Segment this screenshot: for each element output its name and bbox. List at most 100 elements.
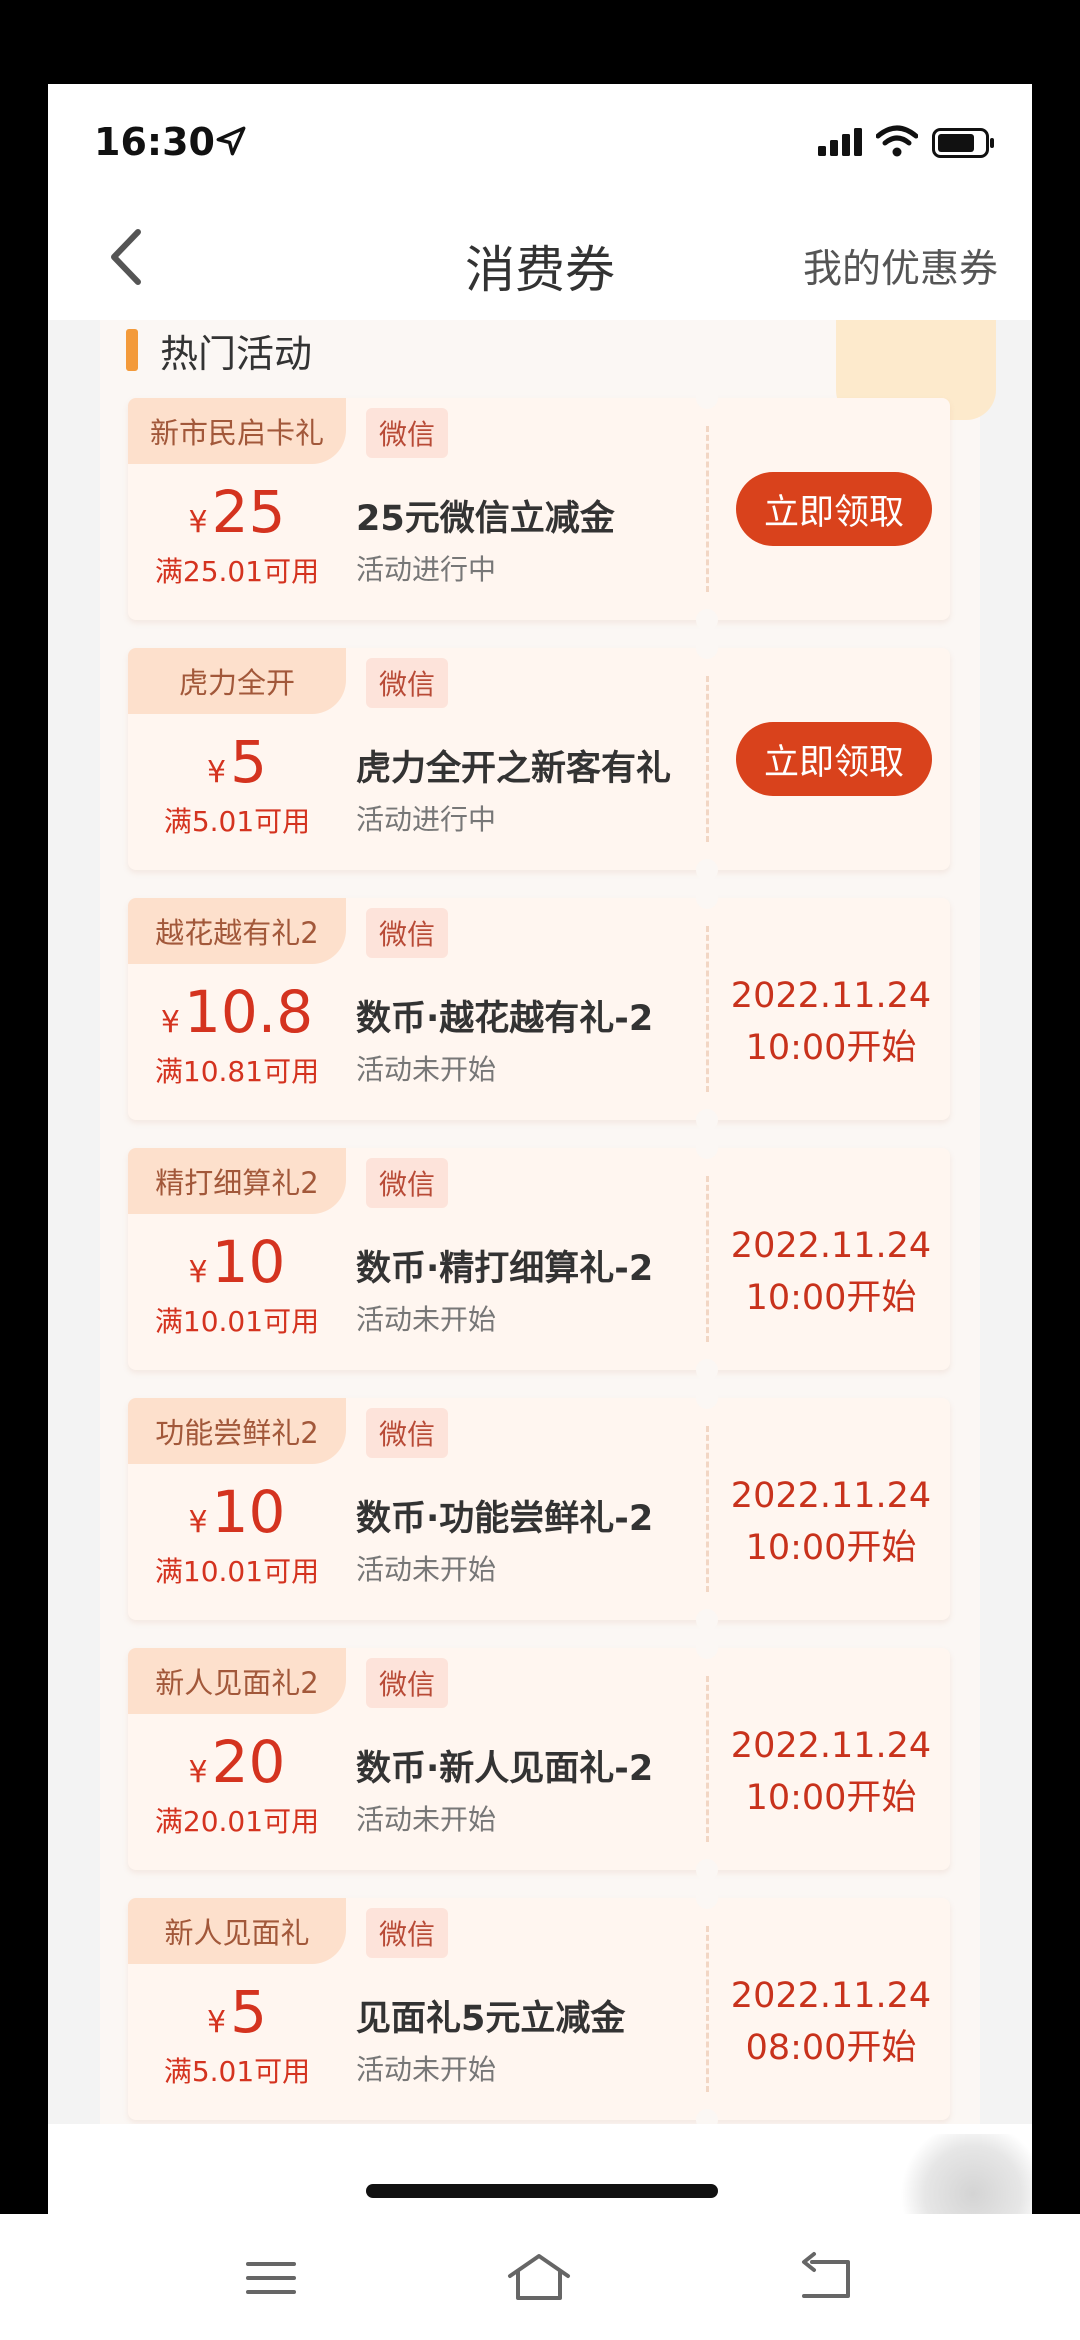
start-date-text: 2022.11.24 xyxy=(730,1226,932,1266)
coupon-status: 活动进行中 xyxy=(356,553,497,586)
platform-badge: 微信 xyxy=(366,658,448,708)
start-time: 2022.11.24 10:00开始 xyxy=(716,970,946,1074)
coupon-name: 数币·功能尝鲜礼-2 xyxy=(356,1499,654,1539)
coupon-name: 25元微信立减金 xyxy=(356,499,615,539)
amount-value: 10 xyxy=(211,1478,286,1546)
coupon-notch xyxy=(696,387,718,409)
status-time: 16:30 xyxy=(94,120,215,164)
amount-value: 10.8 xyxy=(183,978,314,1046)
section-header: 热门活动 xyxy=(126,320,312,380)
start-time-text: 10:00开始 xyxy=(745,1528,917,1568)
coupon-status: 活动进行中 xyxy=(356,803,497,836)
amount-value: 5 xyxy=(230,728,267,796)
battery-icon xyxy=(932,128,994,158)
coupon-name: 数币·越花越有礼-2 xyxy=(356,999,654,1039)
start-time-text: 10:00开始 xyxy=(745,1278,917,1318)
cellular-signal-icon xyxy=(818,128,862,156)
platform-badge: 微信 xyxy=(366,908,448,958)
coupon-card[interactable]: 新人见面礼 ¥5 满5.01可用 微信 见面礼5元立减金 活动未开始 2022.… xyxy=(128,1887,950,2124)
currency-symbol: ¥ xyxy=(160,1005,180,1040)
coupon-card[interactable]: 新人见面礼2 ¥20 满20.01可用 微信 数币·新人见面礼-2 活动未开始 … xyxy=(128,1637,950,1881)
currency-symbol: ¥ xyxy=(207,2005,227,2040)
currency-symbol: ¥ xyxy=(188,505,208,540)
coupon-tag: 新人见面礼2 xyxy=(128,1648,346,1714)
coupon-card[interactable]: 虎力全开 ¥5 满5.01可用 微信 虎力全开之新客有礼 活动进行中 立即领取 xyxy=(128,637,950,881)
claim-button[interactable]: 立即领取 xyxy=(736,472,932,546)
platform-badge: 微信 xyxy=(366,1158,448,1208)
min-spend-text: 满20.01可用 xyxy=(154,1805,320,1838)
start-date-text: 2022.11.24 xyxy=(730,976,932,1016)
min-spend-text: 满5.01可用 xyxy=(163,2055,311,2088)
currency-symbol: ¥ xyxy=(188,1755,208,1790)
coupon-divider xyxy=(706,1426,709,1592)
start-time-text: 10:00开始 xyxy=(745,1028,917,1068)
coupon-tag: 越花越有礼2 xyxy=(128,898,346,964)
currency-symbol: ¥ xyxy=(207,755,227,790)
min-spend-text: 满10.81可用 xyxy=(154,1055,320,1088)
claim-button[interactable]: 立即领取 xyxy=(736,722,932,796)
phone-screen: 16:30 消费券 我的优惠券 热门活动 新市民启卡礼 ¥25 满25.01可用… xyxy=(48,84,1032,2214)
coupon-tag: 虎力全开 xyxy=(128,648,346,714)
watermark-smudge xyxy=(898,2134,1032,2214)
start-time-text: 08:00开始 xyxy=(745,2028,917,2068)
coupon-amount: ¥5 xyxy=(128,1978,346,2046)
coupon-notch xyxy=(696,1109,718,1131)
coupon-status: 活动未开始 xyxy=(356,1053,497,1086)
start-time: 2022.11.24 08:00开始 xyxy=(716,1970,946,2074)
coupon-list-area[interactable]: 热门活动 新市民启卡礼 ¥25 满25.01可用 微信 25元微信立减金 活动进… xyxy=(48,320,1032,2124)
coupon-amount: ¥25 xyxy=(128,478,346,546)
back-arrow-icon[interactable] xyxy=(790,2248,860,2308)
coupon-amount: ¥10.8 xyxy=(128,978,346,1046)
coupon-notch xyxy=(696,2109,718,2124)
coupon-tag: 新人见面礼 xyxy=(128,1898,346,1964)
coupon-status: 活动未开始 xyxy=(356,1803,497,1836)
platform-badge: 微信 xyxy=(366,408,448,458)
home-indicator[interactable] xyxy=(366,2184,718,2198)
coupon-card[interactable]: 越花越有礼2 ¥10.8 满10.81可用 微信 数币·越花越有礼-2 活动未开… xyxy=(128,887,950,1131)
coupon-tag: 新市民启卡礼 xyxy=(128,398,346,464)
coupon-notch xyxy=(696,1359,718,1381)
coupon-notch xyxy=(696,887,718,909)
coupon-tag: 功能尝鲜礼2 xyxy=(128,1398,346,1464)
platform-badge: 微信 xyxy=(366,1658,448,1708)
min-spend-text: 满10.01可用 xyxy=(154,1305,320,1338)
coupon-notch xyxy=(696,1137,718,1159)
coupon-amount: ¥20 xyxy=(128,1728,346,1796)
platform-badge: 微信 xyxy=(366,1908,448,1958)
start-time: 2022.11.24 10:00开始 xyxy=(716,1720,946,1824)
home-icon[interactable] xyxy=(504,2248,574,2308)
coupon-notch xyxy=(696,609,718,631)
coupon-divider xyxy=(706,1926,709,2092)
coupon-amount: ¥10 xyxy=(128,1478,346,1546)
coupon-notch xyxy=(696,1609,718,1631)
start-time: 2022.11.24 10:00开始 xyxy=(716,1470,946,1574)
coupon-divider xyxy=(706,1176,709,1342)
coupon-amount: ¥5 xyxy=(128,728,346,796)
coupon-notch xyxy=(696,859,718,881)
min-spend-text: 满25.01可用 xyxy=(154,555,320,588)
wifi-icon xyxy=(876,125,918,157)
system-nav-bar xyxy=(0,2214,1080,2340)
coupon-notch xyxy=(696,637,718,659)
start-time-text: 10:00开始 xyxy=(745,1778,917,1818)
nav-bar: 消费券 我的优惠券 xyxy=(48,194,1032,320)
section-accent-bar xyxy=(126,329,138,371)
start-date-text: 2022.11.24 xyxy=(730,1726,932,1766)
my-coupons-link[interactable]: 我的优惠券 xyxy=(803,238,998,294)
coupon-divider xyxy=(706,1676,709,1842)
coupon-notch xyxy=(696,1859,718,1881)
coupon-card[interactable]: 精打细算礼2 ¥10 满10.01可用 微信 数币·精打细算礼-2 活动未开始 … xyxy=(128,1137,950,1381)
start-date-text: 2022.11.24 xyxy=(730,1976,932,2016)
coupon-status: 活动未开始 xyxy=(356,1303,497,1336)
coupon-card[interactable]: 功能尝鲜礼2 ¥10 满10.01可用 微信 数币·功能尝鲜礼-2 活动未开始 … xyxy=(128,1387,950,1631)
min-spend-text: 满10.01可用 xyxy=(154,1555,320,1588)
coupon-name: 数币·新人见面礼-2 xyxy=(356,1749,654,1789)
amount-value: 5 xyxy=(230,1978,267,2046)
platform-badge: 微信 xyxy=(366,1408,448,1458)
currency-symbol: ¥ xyxy=(188,1505,208,1540)
menu-icon[interactable] xyxy=(236,2248,306,2308)
coupon-card[interactable]: 新市民启卡礼 ¥25 满25.01可用 微信 25元微信立减金 活动进行中 立即… xyxy=(128,387,950,631)
coupon-name: 数币·精打细算礼-2 xyxy=(356,1249,654,1289)
amount-value: 10 xyxy=(211,1228,286,1296)
coupon-divider xyxy=(706,676,709,842)
